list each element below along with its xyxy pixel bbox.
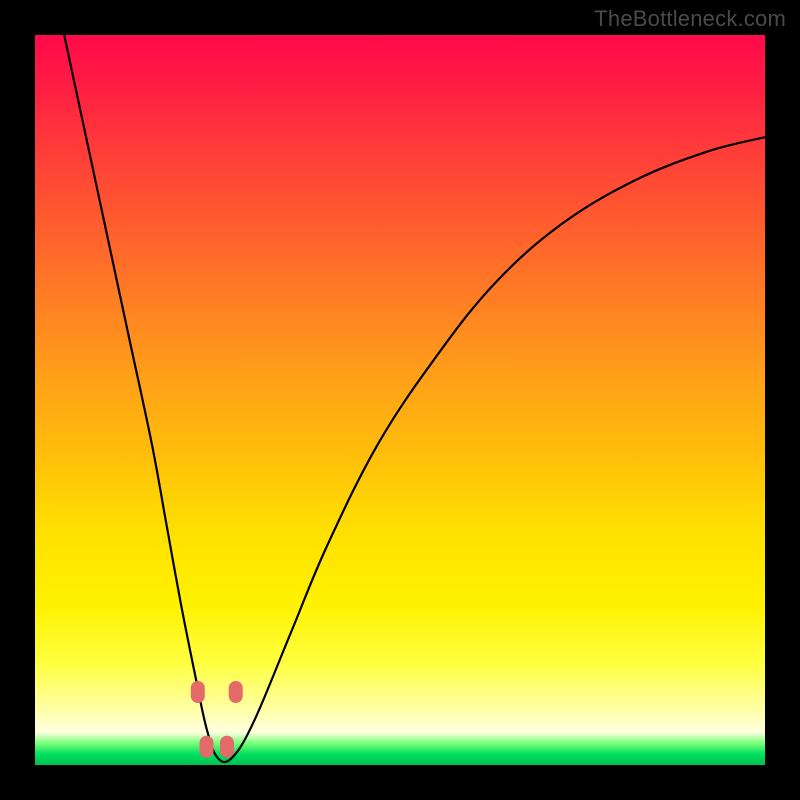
bottleneck-curve bbox=[64, 35, 765, 762]
curve-marker bbox=[229, 681, 243, 703]
curve-marker bbox=[200, 736, 214, 758]
curve-marker bbox=[220, 736, 234, 758]
chart-frame: TheBottleneck.com bbox=[0, 0, 800, 800]
plot-area bbox=[35, 35, 765, 765]
curve-marker bbox=[191, 681, 205, 703]
curve-svg bbox=[35, 35, 765, 765]
watermark-text: TheBottleneck.com bbox=[594, 6, 786, 32]
curve-markers bbox=[191, 681, 243, 758]
